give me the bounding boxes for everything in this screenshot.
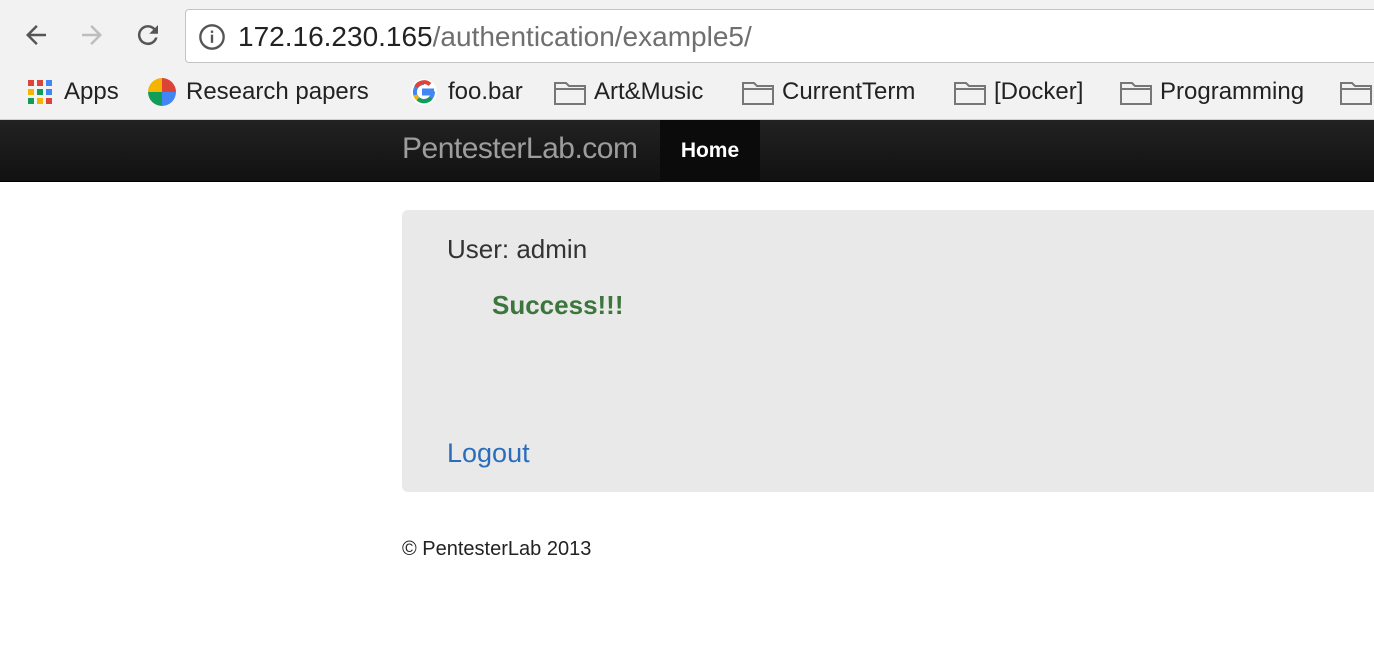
forward-arrow-icon bbox=[82, 25, 102, 45]
bookmark-folder-currentterm[interactable]: CurrentTerm bbox=[742, 74, 915, 110]
content-panel: User: admin Success!!! Logout bbox=[402, 210, 1374, 492]
bookmark-label: Research papers bbox=[186, 78, 369, 105]
folder-icon bbox=[1120, 76, 1152, 108]
url-host: 172.16.230.165 bbox=[238, 21, 433, 52]
reload-icon bbox=[137, 25, 158, 46]
folder-icon bbox=[1340, 76, 1372, 108]
url-path: /authentication/example5/ bbox=[432, 21, 752, 52]
back-button[interactable] bbox=[18, 17, 54, 53]
google-photos-icon bbox=[146, 76, 178, 108]
bookmark-research-papers[interactable]: Research papers bbox=[146, 74, 369, 110]
bookmark-apps[interactable]: Apps bbox=[24, 74, 119, 110]
google-g-icon bbox=[408, 76, 440, 108]
success-message: Success!!! bbox=[492, 290, 624, 320]
brand-link[interactable]: PentesterLab.com bbox=[402, 132, 638, 166]
site-navbar: PentesterLab.com Home bbox=[0, 120, 1374, 182]
reload-button[interactable] bbox=[130, 17, 166, 53]
user-label: User: admin bbox=[447, 234, 588, 264]
folder-icon bbox=[954, 76, 986, 108]
bookmark-label: foo.bar bbox=[448, 78, 523, 105]
bookmark-label: CurrentTerm bbox=[782, 78, 916, 105]
address-bar[interactable]: 172.16.230.165/authentication/example5/ bbox=[185, 9, 1374, 63]
footer-copyright: © PentesterLab 2013 bbox=[402, 538, 592, 560]
bookmark-folder-docker[interactable]: [Docker] bbox=[954, 74, 1083, 110]
back-arrow-icon bbox=[26, 25, 46, 45]
bookmark-label: [Docker] bbox=[994, 78, 1084, 105]
folder-icon bbox=[742, 76, 774, 108]
url-text: 172.16.230.165/authentication/example5/ bbox=[238, 20, 752, 54]
info-icon[interactable] bbox=[198, 23, 226, 51]
bookmark-folder-overflow[interactable] bbox=[1340, 74, 1374, 110]
bookmark-folder-programming[interactable]: Programming bbox=[1120, 74, 1304, 110]
bookmark-label: Programming bbox=[1160, 78, 1305, 105]
logout-link[interactable]: Logout bbox=[447, 438, 530, 469]
nav-home-link[interactable]: Home bbox=[660, 120, 760, 182]
apps-grid-icon bbox=[24, 76, 56, 108]
bookmarks-bar: Apps Research papers foo.bar Art&Music C… bbox=[0, 70, 1374, 116]
forward-button[interactable] bbox=[74, 17, 110, 53]
folder-icon bbox=[554, 76, 586, 108]
browser-toolbar: 172.16.230.165/authentication/example5/ … bbox=[0, 0, 1374, 120]
bookmark-label: Art&Music bbox=[594, 78, 704, 105]
bookmark-folder-art-music[interactable]: Art&Music bbox=[554, 74, 703, 110]
bookmark-foo-bar[interactable]: foo.bar bbox=[408, 74, 523, 110]
bookmark-label: Apps bbox=[64, 78, 119, 105]
